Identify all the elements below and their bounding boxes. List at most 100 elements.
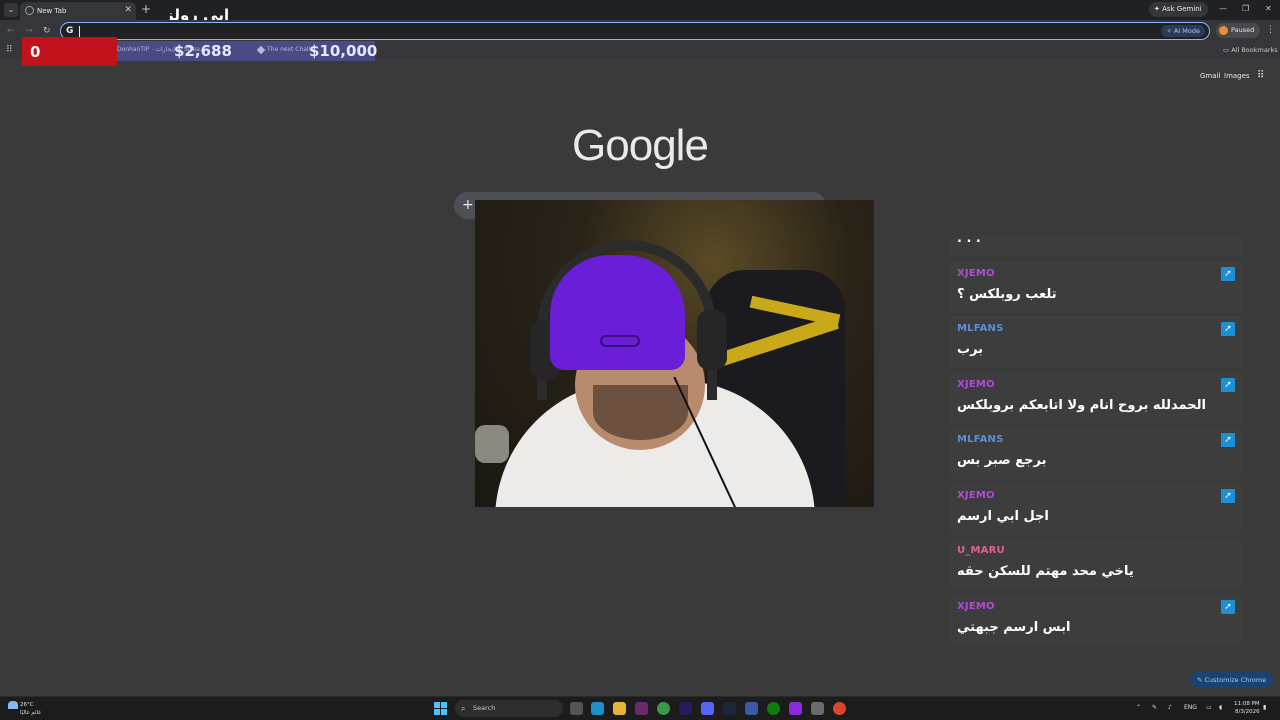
forward-arrow-icon[interactable]: → [25, 24, 33, 38]
chat-username[interactable]: XJEMO [957, 599, 995, 615]
cloud-icon [8, 701, 18, 709]
chat-username[interactable]: XJEMO [957, 266, 995, 282]
goal1-amount: $2,688 [174, 42, 232, 60]
tab-close-icon[interactable]: ✕ [124, 4, 132, 16]
chat-message: XJEMO اجل ابي ارسم ➚ [950, 482, 1242, 535]
google-logo: Google [572, 121, 709, 170]
chat-badge-icon: ➚ [1221, 266, 1235, 281]
all-bookmarks-button[interactable]: ▭ All Bookmarks [1223, 45, 1278, 55]
chat-message: MLFANS برب ➚ [950, 316, 1242, 368]
customize-label: Customize Chrome [1204, 676, 1267, 684]
ask-gemini-label: Ask Gemini [1162, 5, 1202, 13]
microphone [475, 425, 509, 463]
photoshop-icon[interactable] [745, 702, 758, 715]
close-window-icon[interactable]: ✕ [1265, 3, 1272, 15]
chat-text: الحمدلله بروح انام ولا اتابعكم بروبلكس [957, 397, 1206, 413]
clock-time: 11:08 PM [1234, 701, 1260, 707]
steam-icon[interactable] [723, 702, 736, 715]
profile-button[interactable]: Paused [1216, 23, 1261, 38]
customize-chrome-button[interactable]: ✎ Customize Chrome [1190, 672, 1274, 688]
plus-icon[interactable]: + [462, 197, 474, 213]
taskbar-search-label: Search [473, 704, 496, 712]
reload-icon[interactable]: ↻ [43, 24, 51, 38]
windows-start-icon[interactable] [434, 702, 447, 715]
weather-widget[interactable]: 26°C غائم غالبًا [8, 701, 41, 717]
tab-search-chevron-icon[interactable]: ⌄ [4, 3, 18, 17]
chat-text: ابس ارسم جبهتي [957, 619, 1071, 635]
chat-text: برب [957, 342, 984, 357]
avatar [1219, 25, 1228, 35]
restore-icon[interactable]: ❐ [1242, 3, 1249, 15]
browser-toolbar: ← → ↻ G ✧ AI Mode Paused ⋮ [0, 20, 1280, 42]
pen-icon[interactable]: ✎ [1152, 702, 1157, 714]
ai-mode-label: AI Mode [1173, 27, 1200, 35]
xbox-icon[interactable] [767, 702, 780, 715]
settings-icon[interactable] [811, 702, 824, 715]
new-tab-button[interactable]: + [141, 2, 151, 16]
tab-strip: ⌄ New Tab ✕ + ابي رولز ✦ Ask Gemini — ❐ … [0, 0, 1280, 24]
goal2-amount: $10,000 [309, 42, 378, 60]
chat-message: XJEMO تلعب روبلكس ؟ ➚ [950, 260, 1242, 313]
images-link[interactable]: Images [1224, 71, 1250, 81]
ask-gemini-button[interactable]: ✦ Ask Gemini [1149, 2, 1208, 17]
windows-taskbar: 26°C غائم غالبًا ⌕ Search ⌃ ✎ ♪ ENG ▭ ◖ 1… [0, 696, 1280, 720]
microphone-icon[interactable]: ♪ [1168, 702, 1172, 714]
discord-icon[interactable] [701, 702, 714, 715]
tab-title: New Tab [37, 7, 67, 15]
chat-badge-icon: ➚ [1221, 599, 1235, 614]
chat-text: تلعب روبلكس ؟ [957, 286, 1057, 302]
gemini-sparkle-icon: ✦ [1154, 5, 1163, 13]
chat-message: XJEMO الحمدلله بروح انام ولا اتابعكم بروب… [950, 371, 1242, 424]
chat-username[interactable]: MLFANS [957, 321, 1004, 337]
donation-count: 0 [30, 43, 41, 61]
chat-username[interactable]: MLFANS [957, 432, 1004, 448]
tab-new-tab[interactable]: New Tab ✕ [20, 2, 136, 20]
kick-icon[interactable] [789, 702, 802, 715]
notification-icon[interactable]: ▮ [1263, 702, 1266, 714]
folder-icon: ▭ [1223, 46, 1232, 54]
chat-badge-icon: ➚ [1221, 377, 1235, 392]
address-bar[interactable]: G ✧ AI Mode [60, 22, 1210, 40]
taskbar-search[interactable]: ⌕ Search [455, 700, 563, 717]
minimize-icon[interactable]: — [1219, 3, 1227, 15]
task-view-icon[interactable] [570, 702, 583, 715]
gmail-link[interactable]: Gmail [1200, 71, 1220, 81]
chat-username[interactable]: U_MARU [957, 543, 1005, 559]
chat-badge-icon: ➚ [1221, 488, 1235, 503]
premiere-icon[interactable] [679, 702, 692, 715]
clock-date: 8/3/2026 [1234, 709, 1260, 715]
chrome-active-icon[interactable] [833, 702, 846, 715]
chat-text: ياخي محد مهتم للسكن حقه [957, 564, 1134, 579]
pencil-icon: ✎ [1197, 676, 1205, 684]
taskbar-clock[interactable]: 11:08 PM 8/3/2026 [1234, 700, 1260, 716]
chat-username[interactable]: XJEMO [957, 377, 995, 393]
apps-grid-icon[interactable]: ⠿ [6, 45, 13, 55]
language-indicator[interactable]: ENG [1184, 702, 1197, 714]
donation-counter: 0 [22, 37, 117, 66]
chat-text: برجع صبر بس [957, 453, 1047, 468]
diamond-icon [256, 45, 266, 55]
tray-chevron-icon[interactable]: ⌃ [1136, 702, 1141, 714]
app-icon[interactable] [635, 702, 648, 715]
back-arrow-icon[interactable]: ← [7, 24, 15, 38]
ai-mode-button[interactable]: ✧ AI Mode [1161, 25, 1205, 37]
volume-icon[interactable]: ◖ [1219, 702, 1222, 714]
chat-list: XJEMO تلعب روبلكس ؟ ➚ MLFANS برب ➚ XJEMO الحمدل… [950, 260, 1242, 646]
purple-beanie [550, 255, 685, 370]
chrome-favicon-icon [25, 6, 34, 15]
edge-icon[interactable] [591, 702, 604, 715]
profile-status-label: Paused [1231, 26, 1255, 34]
display-icon[interactable]: ▭ [1206, 702, 1212, 714]
search-icon: ⌕ [461, 704, 466, 713]
file-explorer-icon[interactable] [613, 702, 626, 715]
ai-mode-icon: ✧ [1166, 27, 1174, 35]
chat-username[interactable]: XJEMO [957, 488, 995, 504]
stream-chat: . . . XJEMO تلعب روبلكس ؟ ➚ MLFANS برب ➚ XJEMO… [950, 238, 1242, 650]
chat-message: MLFANS برجع صبر بس ➚ [950, 427, 1242, 479]
menu-kebab-icon[interactable]: ⋮ [1266, 24, 1275, 36]
chat-text: اجل ابي ارسم [957, 508, 1049, 524]
chrome-icon[interactable] [657, 702, 670, 715]
text-caret [79, 26, 80, 37]
headphone-earcup [697, 310, 727, 370]
google-apps-icon[interactable]: ⠿ [1257, 70, 1264, 82]
